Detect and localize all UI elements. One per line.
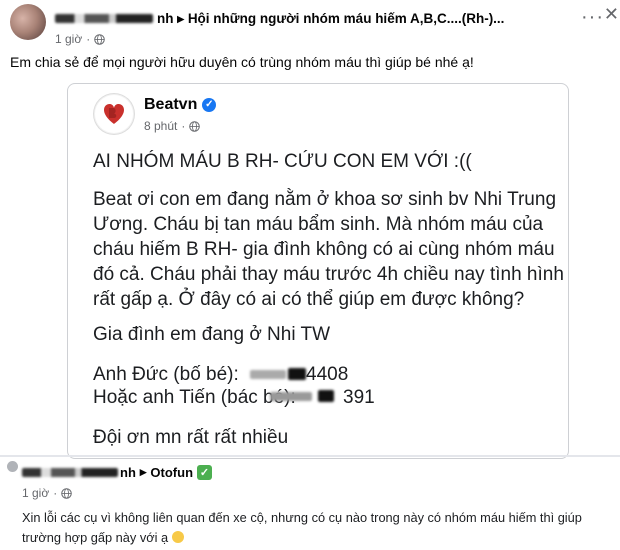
- post-text-content: Xin lỗi các cụ vì không liên quan đến xe…: [22, 510, 582, 545]
- post-header: nh ▸ Otofun ✓: [120, 464, 213, 480]
- redacted-phone: [270, 392, 312, 401]
- redacted-author-name: [22, 468, 118, 477]
- post-text: Xin lỗi các cụ vì không liên quan đến xe…: [22, 508, 612, 548]
- body-line: Đội ơn mn rất rất nhiều: [93, 427, 289, 448]
- post-text: Em chia sẻ để mọi người hữu duyên có trù…: [10, 54, 474, 70]
- beatvn-logo-icon: [95, 95, 133, 133]
- author-avatar[interactable]: [10, 4, 46, 40]
- post-meta: 1 giờ ·: [55, 32, 105, 46]
- redacted-phone: [250, 370, 286, 379]
- body-line: Gia đình em đang ở Nhi TW: [93, 324, 331, 345]
- contact-label: Anh Đức (bố bé):: [93, 364, 239, 385]
- shared-post-meta: 8 phút ·: [144, 119, 201, 133]
- post-header: nh ▸ Hội những người nhóm máu hiếm A,B,C…: [157, 11, 504, 27]
- group-name-link[interactable]: Otofun: [150, 465, 193, 480]
- post-time[interactable]: 1 giờ: [55, 32, 82, 46]
- separator-arrow-icon: ▸: [177, 11, 185, 26]
- page-name[interactable]: Beatvn: [144, 96, 197, 114]
- body-line: đó cả. Cháu phải thay máu trước 4h chiều…: [93, 264, 564, 285]
- author-name-suffix[interactable]: nh: [157, 11, 174, 26]
- close-icon[interactable]: ✕: [604, 4, 619, 25]
- more-options-icon[interactable]: ···: [581, 6, 604, 29]
- shared-post-time[interactable]: 8 phút: [144, 119, 177, 133]
- redacted-phone: [288, 368, 306, 380]
- post-meta: 1 giờ ·: [22, 486, 72, 500]
- body-line: Beat ơi con em đang nằm ở khoa sơ sinh b…: [93, 189, 557, 210]
- globe-icon: [94, 33, 105, 45]
- globe-icon: [189, 120, 201, 132]
- group-name-link[interactable]: Hội những người nhóm máu hiếm A,B,C....(…: [188, 11, 505, 26]
- redacted-author-name: [55, 14, 153, 23]
- page-name-row: Beatvn ✓: [144, 96, 217, 114]
- phone-suffix: 4408: [306, 364, 349, 385]
- post-time[interactable]: 1 giờ: [22, 486, 49, 500]
- headline-text: AI NHÓM MÁU B RH- CỨU CON EM VỚI :((: [93, 151, 472, 172]
- verified-badge-icon: ✓: [202, 98, 217, 112]
- contact-label: Hoặc anh Tiến (bác bé):: [93, 387, 296, 408]
- body-line: cháu hiếm B RH- gia đình không có ai cùn…: [93, 239, 555, 260]
- author-name-suffix[interactable]: nh: [120, 465, 136, 480]
- redacted-phone: [318, 390, 334, 402]
- body-line: Ương. Cháu bị tan máu bẩm sinh. Mà nhóm …: [93, 214, 544, 235]
- phone-suffix: 391: [343, 387, 375, 408]
- separator-arrow-icon: ▸: [139, 464, 147, 479]
- divider: [0, 455, 620, 457]
- check-emoji-icon: ✓: [197, 464, 213, 480]
- sad-face-emoji-icon: [171, 531, 184, 543]
- page-avatar[interactable]: [94, 94, 134, 134]
- globe-icon: [61, 487, 72, 499]
- author-avatar[interactable]: [7, 461, 18, 472]
- body-line: rất gấp ạ. Ở đây có ai có thể giúp em đư…: [93, 289, 525, 310]
